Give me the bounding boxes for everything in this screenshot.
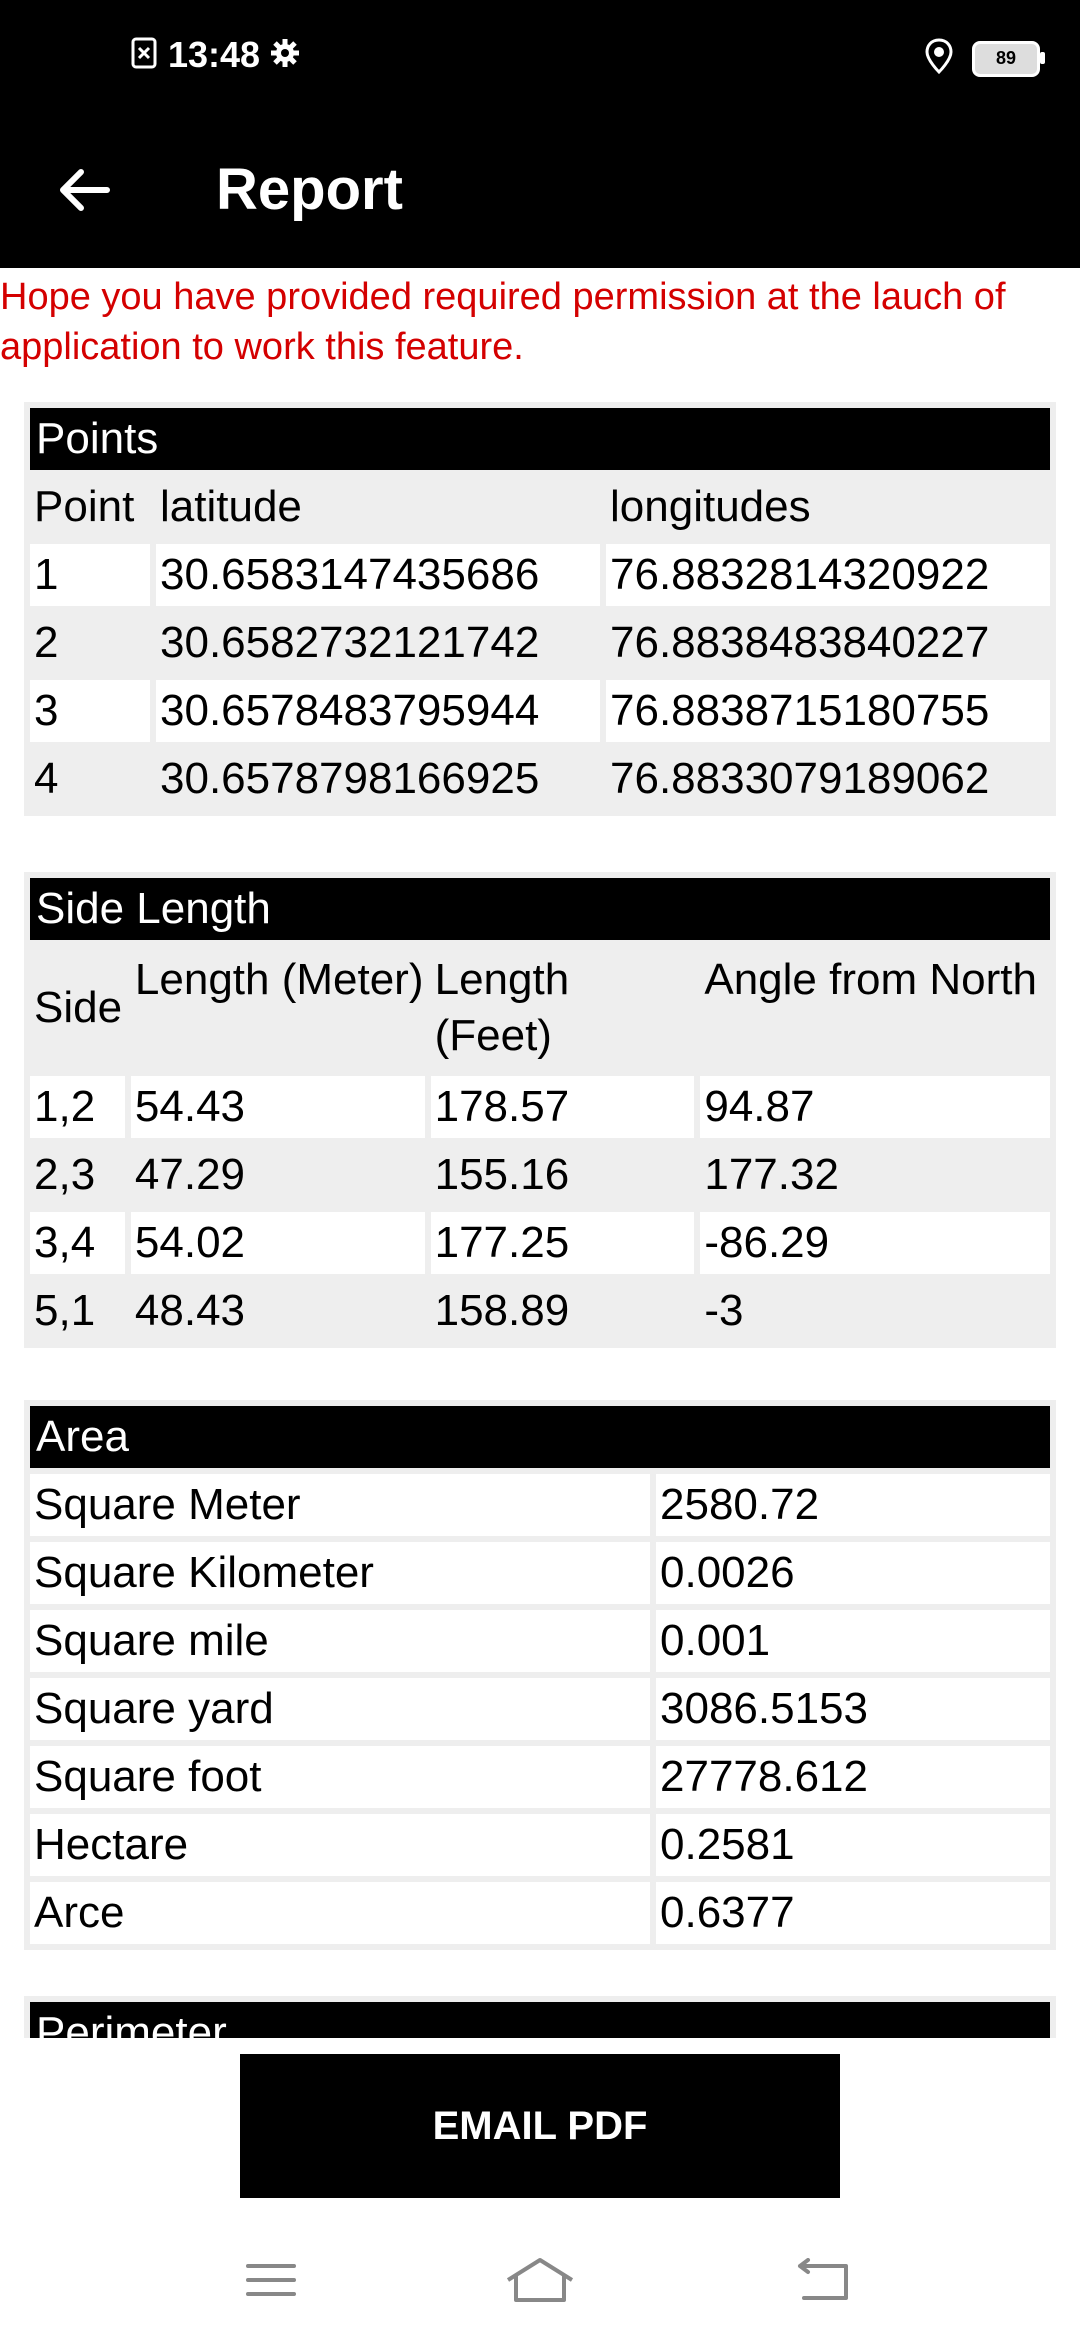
home-icon [506, 2258, 574, 2302]
table-cell: 76.8838483840227 [610, 618, 990, 667]
back-nav-button[interactable] [778, 2248, 868, 2312]
back-button[interactable] [44, 150, 124, 230]
table-cell: 177.25 [430, 1212, 695, 1274]
back-nav-icon [798, 2258, 848, 2300]
table-cell: 2,3 [34, 1150, 96, 1199]
table-cell: -86.29 [700, 1212, 1050, 1274]
table-row: Square Kilometer 0.0026 [30, 1542, 1050, 1604]
area-title: Area [30, 1406, 1050, 1468]
table-row: Square mile 0.001 [30, 1610, 1050, 1672]
report-content[interactable]: Points Point latitude longitudes 1 30.65… [0, 398, 1080, 2038]
menu-icon [246, 2264, 296, 2296]
table-cell: Square Kilometer [30, 1542, 650, 1604]
table-cell: 76.8833079189062 [610, 754, 990, 803]
app-bar: Report [0, 120, 1080, 268]
location-icon [924, 38, 954, 79]
area-table: Area Square Meter 2580.72 Square Kilomet… [24, 1400, 1056, 1950]
table-row: Hectare 0.2581 [30, 1814, 1050, 1876]
table-cell: 0.6377 [656, 1882, 1050, 1944]
table-cell: Arce [30, 1882, 650, 1944]
table-cell: 0.2581 [656, 1814, 1050, 1876]
table-cell: 155.16 [434, 1150, 570, 1199]
table-cell: 0.0026 [656, 1542, 1050, 1604]
table-cell: Square foot [30, 1746, 650, 1808]
table-row: 3,4 54.02 177.25 -86.29 [30, 1212, 1050, 1274]
header-cell: Length (Meter) [130, 946, 425, 1070]
table-row: Arce 0.6377 [30, 1882, 1050, 1944]
menu-button[interactable] [226, 2248, 316, 2312]
table-cell: Square mile [30, 1610, 650, 1672]
table-row: 1 30.6583147435686 76.8832814320922 [30, 544, 1050, 606]
table-row: 4 30.6578798166925 76.8833079189062 [30, 748, 1050, 810]
table-cell: 54.43 [130, 1076, 425, 1138]
header-cell: Angle from North [700, 946, 1050, 1070]
table-row: 2,3 47.29 155.16 177.32 [30, 1144, 1050, 1206]
table-cell: 76.8832814320922 [606, 544, 1050, 606]
table-cell: 30.6578483795944 [156, 680, 600, 742]
table-cell: 27778.612 [656, 1746, 1050, 1808]
table-cell: Square yard [30, 1678, 650, 1740]
table-cell: 3086.5153 [656, 1678, 1050, 1740]
table-cell: 48.43 [134, 1286, 246, 1335]
table-cell: 0.001 [656, 1610, 1050, 1672]
system-nav-bar [0, 2220, 1080, 2340]
points-title: Points [30, 408, 1050, 470]
perimeter-title: Perimeter [30, 2002, 1050, 2038]
header-cell: Side [30, 946, 125, 1070]
table-cell: 1,2 [30, 1076, 125, 1138]
battery-icon: 89 [972, 40, 1045, 77]
table-cell: 2580.72 [656, 1474, 1050, 1536]
table-cell: Hectare [30, 1814, 650, 1876]
table-cell: Square Meter [30, 1474, 650, 1536]
table-row: Square foot 27778.612 [30, 1746, 1050, 1808]
permission-warning: Hope you have provided required permissi… [0, 276, 1006, 368]
table-row: 3 30.6578483795944 76.8838715180755 [30, 680, 1050, 742]
table-cell: 54.02 [130, 1212, 425, 1274]
notification-icon [130, 37, 158, 74]
email-pdf-button[interactable]: EMAIL PDF [240, 2054, 840, 2198]
table-cell: 30.6582732121742 [160, 618, 540, 667]
table-cell: 4 [34, 754, 59, 803]
status-bar: 13:48 89 [0, 0, 1080, 120]
table-header-row: Side Length (Meter) Length (Feet) Angle … [30, 946, 1050, 1070]
perimeter-table: Perimeter [24, 1996, 1056, 2038]
table-row: 2 30.6582732121742 76.8838483840227 [30, 612, 1050, 674]
table-cell: 76.8838715180755 [606, 680, 1050, 742]
table-cell: 94.87 [700, 1076, 1050, 1138]
table-row: Square yard 3086.5153 [30, 1678, 1050, 1740]
table-cell: 30.6583147435686 [156, 544, 600, 606]
home-button[interactable] [495, 2248, 585, 2312]
table-cell: -3 [704, 1286, 744, 1335]
side-length-title: Side Length [30, 878, 1050, 940]
table-cell: 1 [30, 544, 150, 606]
table-cell: 5,1 [34, 1286, 96, 1335]
points-table: Points Point latitude longitudes 1 30.65… [24, 402, 1056, 816]
table-row: Square Meter 2580.72 [30, 1474, 1050, 1536]
arrow-left-icon [60, 169, 110, 211]
table-cell: 3 [30, 680, 150, 742]
settings-gear-icon [270, 38, 300, 73]
table-row: 1,2 54.43 178.57 94.87 [30, 1076, 1050, 1138]
side-length-table: Side Length Side Length (Meter) Length (… [24, 872, 1056, 1348]
table-cell: 177.32 [704, 1150, 839, 1199]
header-cell: latitude [156, 476, 600, 538]
header-cell: Length (Feet) [430, 946, 695, 1070]
header-cell: Point [30, 476, 150, 538]
table-row: 5,1 48.43 158.89 -3 [30, 1280, 1050, 1342]
page-title: Report [216, 157, 403, 222]
status-time: 13:48 [168, 34, 261, 75]
table-cell: 30.6578798166925 [160, 754, 540, 803]
table-cell: 47.29 [134, 1150, 246, 1199]
table-header-row: Point latitude longitudes [30, 476, 1050, 538]
header-cell: longitudes [606, 476, 1050, 538]
table-cell: 178.57 [430, 1076, 695, 1138]
table-cell: 158.89 [434, 1286, 570, 1335]
table-cell: 2 [34, 618, 59, 667]
table-cell: 3,4 [30, 1212, 125, 1274]
